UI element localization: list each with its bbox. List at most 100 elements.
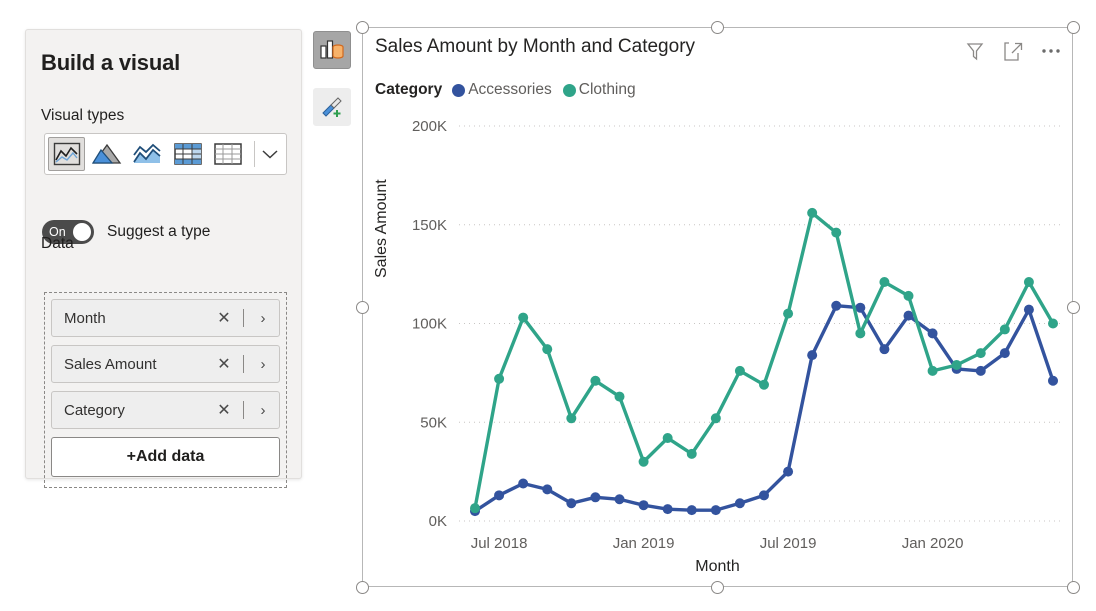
data-point	[710, 413, 721, 424]
expand-field-icon[interactable]: ›	[251, 402, 275, 419]
chevron-down-icon	[262, 150, 278, 159]
data-point	[975, 365, 986, 376]
visual-type-line-chart[interactable]	[48, 137, 86, 171]
build-visual-button[interactable]	[313, 31, 351, 69]
data-point	[470, 503, 480, 514]
data-point	[494, 490, 505, 501]
visual-types-label: Visual types	[41, 107, 125, 124]
data-point	[686, 505, 697, 516]
table-icon	[214, 143, 242, 165]
y-axis-tick-label: 0K	[429, 513, 447, 530]
resize-handle-bottom-center[interactable]	[711, 581, 724, 594]
data-point	[518, 478, 529, 489]
expand-field-icon[interactable]: ›	[251, 356, 275, 373]
x-axis-tick-label: Jul 2018	[471, 535, 528, 552]
visual-types-gallery	[44, 133, 287, 175]
data-point	[951, 359, 962, 370]
resize-handle-bottom-right[interactable]	[1067, 581, 1080, 594]
y-axis-tick-label: 150K	[412, 217, 447, 234]
line-area-chart-icon	[133, 143, 161, 163]
data-point	[999, 348, 1010, 359]
build-visual-icon	[320, 40, 344, 59]
line-chart-plot[interactable]: 0K 50K 100K 150K 200K Jul 2018 Jan 2019 Jul 201…	[363, 28, 1074, 588]
visual-type-matrix[interactable]	[169, 137, 206, 171]
data-point	[590, 375, 601, 386]
remove-field-icon[interactable]: ✕	[212, 354, 236, 374]
data-point	[783, 308, 794, 319]
data-section-label: Data	[41, 235, 74, 252]
data-point	[590, 492, 601, 503]
data-point	[638, 456, 649, 467]
data-point	[614, 391, 625, 402]
build-a-visual-panel: Build a visual Visual types On Suggest a…	[25, 29, 302, 488]
series-line-clothing	[473, 211, 1055, 510]
data-point	[614, 494, 625, 505]
area-chart-icon	[91, 143, 122, 164]
data-point	[1048, 375, 1058, 386]
remove-field-icon[interactable]: ✕	[212, 308, 236, 328]
visual-types-expand-button[interactable]	[255, 137, 286, 171]
series-line-accessories	[473, 304, 1055, 513]
data-point	[759, 379, 769, 390]
resize-handle-top-right[interactable]	[1067, 21, 1080, 34]
toggle-knob	[73, 223, 91, 241]
suggest-a-type-label: Suggest a type	[107, 223, 211, 240]
expand-field-icon[interactable]: ›	[251, 310, 275, 327]
data-point	[566, 413, 577, 424]
data-point	[1023, 277, 1034, 288]
data-point	[927, 365, 938, 376]
data-field-chip-month[interactable]: Month ✕ ›	[51, 299, 280, 337]
data-point	[831, 227, 842, 238]
data-point	[855, 302, 866, 313]
chip-divider	[243, 355, 244, 373]
format-visual-button[interactable]	[313, 88, 351, 126]
data-point	[903, 290, 914, 301]
add-data-button[interactable]: +Add data	[51, 437, 280, 477]
panel-title: Build a visual	[41, 50, 181, 75]
data-point	[855, 328, 866, 339]
data-point	[783, 466, 794, 477]
line-chart-icon	[53, 142, 80, 166]
y-axis-title: Sales Amount	[373, 179, 390, 278]
resize-handle-middle-left[interactable]	[356, 301, 369, 314]
data-point	[686, 448, 697, 459]
y-axis-tick-label: 50K	[420, 414, 447, 431]
data-point	[807, 207, 818, 218]
data-point	[734, 365, 745, 376]
data-point	[927, 328, 938, 339]
data-point	[759, 490, 769, 501]
data-point	[518, 312, 529, 323]
data-point	[542, 344, 553, 355]
visual-type-line-area-chart[interactable]	[129, 137, 166, 171]
data-point	[831, 300, 842, 311]
x-axis-tick-label: Jul 2019	[760, 535, 817, 552]
data-field-label: Category	[64, 401, 125, 419]
data-point	[1048, 318, 1058, 329]
remove-field-icon[interactable]: ✕	[212, 400, 236, 420]
data-point	[999, 324, 1010, 335]
chip-divider	[243, 309, 244, 327]
data-field-chip-sales-amount[interactable]: Sales Amount ✕ ›	[51, 345, 280, 383]
x-axis-tick-label: Jan 2020	[902, 535, 964, 552]
resize-handle-top-left[interactable]	[356, 21, 369, 34]
data-point	[662, 433, 673, 444]
y-axis-tick-label: 200K	[412, 118, 447, 135]
data-point	[734, 498, 745, 509]
data-field-chip-category[interactable]: Category ✕ ›	[51, 391, 280, 429]
data-point	[879, 277, 890, 288]
matrix-icon	[173, 143, 202, 165]
visual-type-table[interactable]	[209, 137, 246, 171]
paintbrush-plus-icon	[322, 97, 342, 117]
data-field-label: Month	[64, 309, 106, 327]
data-point	[542, 484, 553, 495]
y-axis-tick-label: 100K	[412, 316, 447, 333]
data-fields-well[interactable]: Month ✕ › Sales Amount ✕ › Category ✕ › …	[44, 292, 287, 488]
visual-type-area-chart[interactable]	[88, 137, 125, 171]
resize-handle-top-center[interactable]	[711, 21, 724, 34]
chip-divider	[243, 401, 244, 419]
resize-handle-bottom-left[interactable]	[356, 581, 369, 594]
resize-handle-middle-right[interactable]	[1067, 301, 1080, 314]
chart-visual-container[interactable]: Sales Amount by Month and Category Categ…	[362, 27, 1073, 587]
x-axis-title: Month	[695, 558, 740, 575]
data-point	[879, 344, 890, 355]
